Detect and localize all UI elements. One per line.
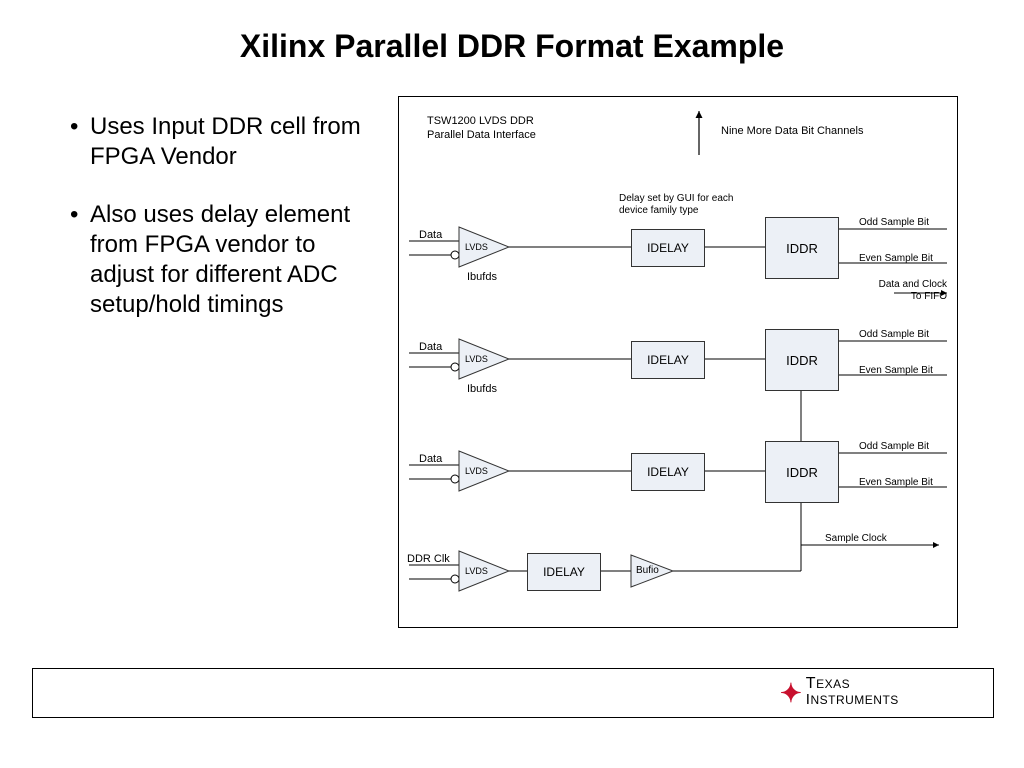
ti-brand-text-2: INSTRUMENTS: [806, 692, 899, 707]
slide-title: Xilinx Parallel DDR Format Example: [0, 28, 1024, 65]
label-data: Data: [419, 229, 442, 241]
label-lvds: LVDS: [465, 466, 488, 476]
block-idelay: IDELAY: [527, 553, 601, 591]
label-even: Even Sample Bit: [859, 365, 933, 376]
label-ibufds: Ibufds: [467, 271, 497, 283]
label-sample-clock: Sample Clock: [825, 533, 887, 544]
label-even: Even Sample Bit: [859, 477, 933, 488]
bullet-text: Also uses delay element from FPGA vendor…: [90, 200, 370, 320]
block-idelay: IDELAY: [631, 229, 705, 267]
block-iddr: IDDR: [765, 329, 839, 391]
label-ddr-clk: DDR Clk: [407, 553, 450, 565]
label-fifo-1: Data and Clock: [861, 279, 947, 290]
label-data: Data: [419, 453, 442, 465]
ti-logo: ✦ TEXAS INSTRUMENTS: [780, 676, 899, 707]
bullet-text: Uses Input DDR cell from FPGA Vendor: [90, 112, 370, 172]
label-data: Data: [419, 341, 442, 353]
bullet-list: • Uses Input DDR cell from FPGA Vendor •…: [70, 112, 370, 348]
label-fifo-2: To FIFO: [861, 291, 947, 302]
label-odd: Odd Sample Bit: [859, 441, 929, 452]
label-odd: Odd Sample Bit: [859, 329, 929, 340]
bullet-icon: •: [70, 200, 90, 320]
label-ibufds: Ibufds: [467, 383, 497, 395]
ti-brand-text: TEXAS: [806, 676, 899, 692]
block-iddr: IDDR: [765, 441, 839, 503]
label-bufio: Bufio: [636, 565, 659, 576]
slide: Xilinx Parallel DDR Format Example • Use…: [0, 0, 1024, 768]
diagram-container: TSW1200 LVDS DDR Parallel Data Interface…: [398, 96, 958, 628]
bullet-icon: •: [70, 112, 90, 172]
bullet-item: • Also uses delay element from FPGA vend…: [70, 200, 370, 320]
label-lvds: LVDS: [465, 242, 488, 252]
label-odd: Odd Sample Bit: [859, 217, 929, 228]
label-lvds: LVDS: [465, 566, 488, 576]
block-idelay: IDELAY: [631, 341, 705, 379]
block-iddr: IDDR: [765, 217, 839, 279]
label-lvds: LVDS: [465, 354, 488, 364]
label-even: Even Sample Bit: [859, 253, 933, 264]
ti-mark-icon: ✦: [780, 682, 802, 705]
bullet-item: • Uses Input DDR cell from FPGA Vendor: [70, 112, 370, 172]
block-idelay: IDELAY: [631, 453, 705, 491]
